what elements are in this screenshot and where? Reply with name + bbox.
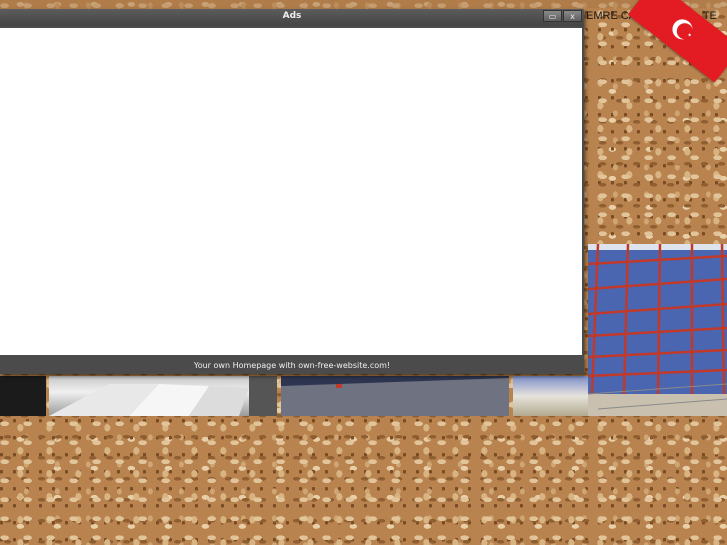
photo-thumbnail[interactable] [49, 376, 277, 416]
close-button[interactable]: x [563, 10, 582, 22]
crescent-star-icon [672, 19, 693, 40]
ads-content-area[interactable] [0, 28, 582, 355]
ads-footer-link[interactable]: Your own Homepage with own-free-website.… [0, 357, 584, 374]
ads-window-title: Ads [282, 11, 302, 21]
photo-thumbnail[interactable] [0, 376, 46, 416]
photo-thumbnail[interactable] [513, 376, 588, 416]
window-controls: ▭ x [543, 10, 582, 22]
steel-beams-graphic [49, 376, 277, 416]
glass-roof-photo[interactable] [588, 244, 727, 416]
page-top-strip [0, 0, 727, 8]
photo-thumbnail[interactable] [281, 376, 509, 416]
ads-window[interactable]: Ads ▭ x Your own Homepage with own-free-… [0, 9, 584, 374]
roof-frame-graphic [588, 244, 727, 410]
ads-titlebar[interactable]: Ads ▭ x [0, 9, 584, 26]
roof-slope-graphic [281, 376, 509, 416]
minimize-button[interactable]: ▭ [543, 10, 562, 22]
